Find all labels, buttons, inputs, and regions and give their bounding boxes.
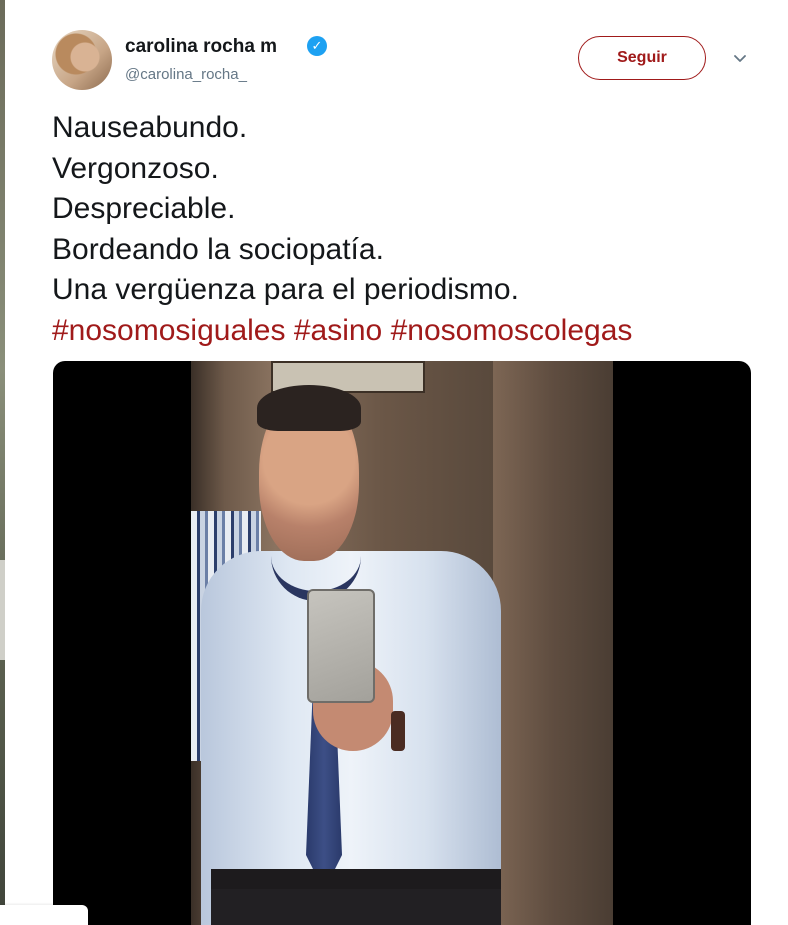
video-player[interactable] bbox=[53, 361, 751, 925]
video-phone bbox=[307, 589, 375, 703]
hashtag-link[interactable]: #nosomoscolegas bbox=[391, 314, 633, 347]
chevron-down-icon[interactable] bbox=[734, 52, 746, 64]
tweet-line: Vergonzoso. bbox=[52, 151, 219, 185]
hashtag-row: #nosomosiguales #asino #nosomoscolegas bbox=[52, 311, 762, 352]
tweet-header: carolina rocha m ✓ @carolina_rocha_ Segu… bbox=[52, 30, 762, 94]
display-name[interactable]: carolina rocha m bbox=[125, 36, 277, 58]
tweet-text: Nauseabundo. Vergonzoso. Despreciable. B… bbox=[52, 108, 762, 351]
background-edge-gap bbox=[0, 560, 5, 660]
video-person bbox=[257, 385, 361, 431]
verified-icon: ✓ bbox=[307, 36, 327, 56]
user-handle[interactable]: @carolina_rocha_ bbox=[125, 66, 247, 83]
tweet-line: Nauseabundo. bbox=[52, 111, 248, 144]
video-frame bbox=[191, 361, 613, 925]
video-person bbox=[211, 889, 501, 925]
follow-button[interactable]: Seguir bbox=[578, 36, 706, 80]
avatar[interactable] bbox=[52, 30, 112, 90]
video-person bbox=[211, 869, 501, 889]
tweet-line: Una vergüenza para el periodismo. bbox=[52, 273, 519, 306]
video-background bbox=[493, 361, 613, 925]
background-edge bbox=[0, 0, 5, 925]
background-card bbox=[0, 905, 88, 925]
hashtag-link[interactable]: #nosomosiguales bbox=[52, 314, 285, 347]
hashtag-link[interactable]: #asino bbox=[294, 314, 382, 347]
tweet-line: Bordeando la sociopatía. bbox=[52, 232, 384, 266]
video-person bbox=[391, 711, 405, 751]
tweet-line: Despreciable. bbox=[52, 192, 236, 225]
